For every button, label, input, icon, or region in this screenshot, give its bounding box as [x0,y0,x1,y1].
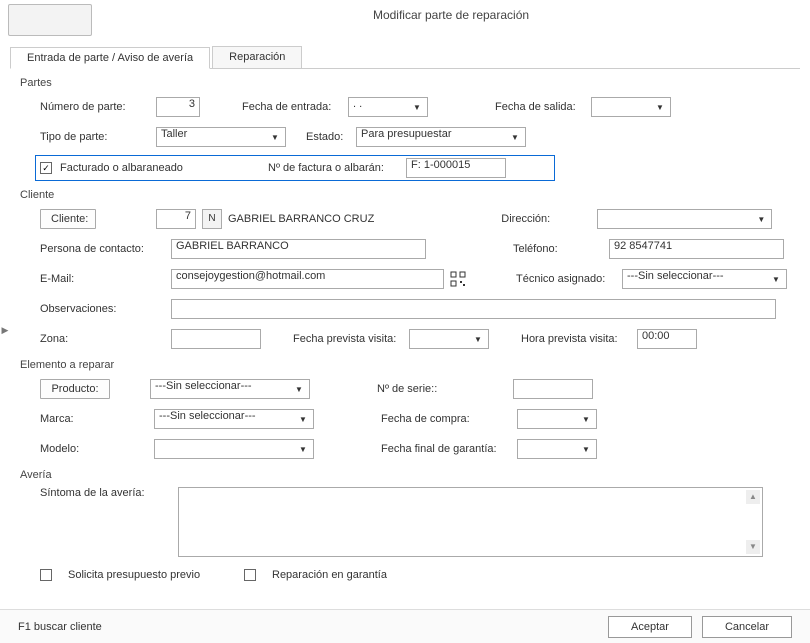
help-text: F1 buscar cliente [18,621,102,633]
accept-button[interactable]: Aceptar [608,616,692,638]
cliente-button[interactable]: Cliente: [40,209,96,229]
tab-repair[interactable]: Reparación [212,46,302,68]
facturado-checkbox[interactable]: ✓ [40,162,52,174]
solicita-label: Solicita presupuesto previo [68,569,228,581]
cliente-num-input[interactable]: 7 [156,209,196,229]
fecha-salida-label: Fecha de salida: [495,101,585,113]
garantia-checkbox[interactable] [244,569,256,581]
chevron-down-icon: ▼ [295,440,311,458]
cancel-button[interactable]: Cancelar [702,616,792,638]
nserie-label: Nº de serie:: [377,383,507,395]
qr-icon[interactable] [450,271,466,287]
chevron-down-icon: ▼ [652,98,668,116]
producto-select[interactable]: ---Sin seleccionar--- ▼ [150,379,310,399]
fecha-entrada-label: Fecha de entrada: [242,101,342,113]
header: Modificar parte de reparación [0,0,810,42]
fecha-entrada-value: . . [353,98,362,110]
fecha-garantia-label: Fecha final de garantía: [381,443,511,455]
chevron-down-icon: ▼ [578,440,594,458]
chevron-down-icon: ▼ [768,270,784,288]
direccion-select[interactable]: ▼ [597,209,772,229]
elemento-title: Elemento a reparar [20,359,790,371]
observaciones-input[interactable] [171,299,776,319]
chevron-down-icon: ▼ [291,380,307,398]
section-cliente: Cliente Cliente: 7 N GABRIEL BARRANCO CR… [20,189,790,351]
chevron-down-icon: ▼ [578,410,594,428]
tab-entry[interactable]: Entrada de parte / Aviso de avería [10,47,210,69]
chevron-down-icon: ▼ [267,128,283,146]
scroll-up-icon[interactable]: ▲ [746,490,760,504]
tipo-parte-select[interactable]: Taller ▼ [156,127,286,147]
fecha-compra-select[interactable]: ▼ [517,409,597,429]
scroll-down-icon[interactable]: ▼ [746,540,760,554]
section-elemento: Elemento a reparar Producto: ---Sin sele… [20,359,790,461]
solicita-checkbox[interactable] [40,569,52,581]
partes-title: Partes [20,77,790,89]
section-averia: Avería Síntoma de la avería: ▲ ▼ Solicit… [20,469,790,587]
numero-parte-input[interactable]: 3 [156,97,200,117]
estado-label: Estado: [306,131,350,143]
telefono-label: Teléfono: [513,243,603,255]
modelo-label: Modelo: [40,443,148,455]
observaciones-label: Observaciones: [40,303,165,315]
sintoma-label: Síntoma de la avería: [40,487,172,499]
fecha-visita-select[interactable]: ▼ [409,329,489,349]
numero-parte-label: Número de parte: [40,101,150,113]
chevron-down-icon: ▼ [753,210,769,228]
tab-bar: Entrada de parte / Aviso de avería Repar… [10,46,800,69]
persona-input[interactable]: GABRIEL BARRANCO [171,239,426,259]
cliente-n-button[interactable]: N [202,209,222,229]
nfact-input[interactable]: F: 1-000015 [406,158,506,178]
hora-visita-label: Hora prevista visita: [521,333,631,345]
marca-select[interactable]: ---Sin seleccionar--- ▼ [154,409,314,429]
fecha-salida-select[interactable]: ▼ [591,97,671,117]
section-partes: Partes Número de parte: 3 Fecha de entra… [20,77,790,181]
hora-visita-input[interactable]: 00:00 [637,329,697,349]
tecnico-label: Técnico asignado: [516,273,616,285]
fecha-entrada-select[interactable]: . . ▼ [348,97,428,117]
persona-label: Persona de contacto: [40,243,165,255]
cliente-title: Cliente [20,189,790,201]
page-title: Modificar parte de reparación [100,4,802,22]
cliente-name-text: GABRIEL BARRANCO CRUZ [228,213,374,225]
facturado-label: Facturado o albaraneado [60,162,260,174]
email-input[interactable]: consejoygestion@hotmail.com [171,269,444,289]
chevron-down-icon: ▼ [295,410,311,428]
chevron-down-icon: ▼ [409,98,425,116]
chevron-down-icon: ▼ [507,128,523,146]
estado-value: Para presupuestar [361,128,452,140]
email-label: E-Mail: [40,273,165,285]
tecnico-select[interactable]: ---Sin seleccionar--- ▼ [622,269,787,289]
direccion-label: Dirección: [501,213,591,225]
zona-label: Zona: [40,333,165,345]
chevron-down-icon: ▼ [470,330,486,348]
side-expand-icon[interactable]: ▶ [0,310,10,350]
footer: F1 buscar cliente Aceptar Cancelar [0,609,810,643]
nfact-label: Nº de factura o albarán: [268,162,398,174]
averia-title: Avería [20,469,790,481]
fecha-garantia-select[interactable]: ▼ [517,439,597,459]
fecha-visita-label: Fecha prevista visita: [293,333,403,345]
producto-value: ---Sin seleccionar--- [155,380,252,392]
nserie-input[interactable] [513,379,593,399]
tipo-parte-label: Tipo de parte: [40,131,150,143]
garantia-label: Reparación en garantía [272,569,387,581]
producto-button[interactable]: Producto: [40,379,110,399]
marca-value: ---Sin seleccionar--- [159,410,256,422]
app-icon [8,4,92,36]
marca-label: Marca: [40,413,148,425]
sintoma-textarea[interactable]: ▲ ▼ [178,487,763,557]
facturado-row: ✓ Facturado o albaraneado Nº de factura … [35,155,555,181]
estado-select[interactable]: Para presupuestar ▼ [356,127,526,147]
zona-input[interactable] [171,329,261,349]
telefono-input[interactable]: 92 8547741 [609,239,784,259]
fecha-compra-label: Fecha de compra: [381,413,511,425]
tipo-parte-value: Taller [161,128,187,140]
tecnico-value: ---Sin seleccionar--- [627,270,724,282]
modelo-select[interactable]: ▼ [154,439,314,459]
